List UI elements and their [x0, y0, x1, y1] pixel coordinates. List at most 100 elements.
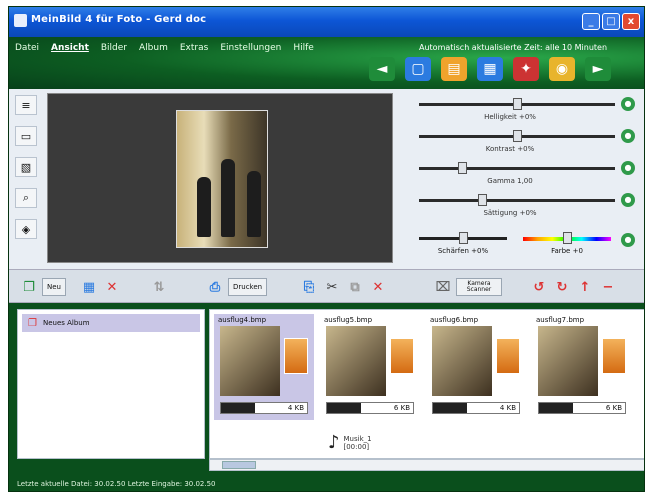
eye-icon[interactable]: ●	[621, 129, 635, 143]
grid-button[interactable]: ▦	[79, 277, 99, 297]
image-preview[interactable]	[47, 93, 393, 263]
adjust-slider-row: Kontrast +0% ●	[405, 127, 637, 159]
adjust-slider-row: Gamma 1,00 ●	[405, 159, 637, 191]
eye-icon[interactable]: ●	[621, 97, 635, 111]
slider-thumb[interactable]	[513, 130, 522, 142]
menu-item-0[interactable]: Datei	[15, 43, 39, 53]
print-button[interactable]: Drucken	[228, 278, 268, 296]
new-album-icon: ❐	[23, 279, 35, 295]
forward-arrow-icon[interactable]: ►	[585, 57, 611, 81]
slider-track[interactable]	[419, 167, 615, 170]
document-icon[interactable]: ▢	[405, 57, 431, 81]
sharpen-slider-thumb[interactable]	[459, 232, 468, 244]
thumbnail-card[interactable]: ausflug5.bmp 6 KB	[320, 314, 420, 420]
thumbnail-size-bar: 6 KB	[326, 402, 414, 414]
album-item[interactable]: ❐ Neues Album	[22, 314, 200, 332]
menu-item-4[interactable]: Extras	[180, 43, 208, 53]
thumbnail-label: ausflug7.bmp	[536, 316, 585, 324]
thumbnail-image	[432, 326, 492, 396]
thumbnail-size-bar: 4 KB	[432, 402, 520, 414]
status-bar: Letzte aktuelle Datei: 30.02.50 Letzte E…	[9, 477, 644, 491]
menu-item-1[interactable]: Ansicht	[51, 43, 89, 53]
rotate-right-button[interactable]: ↻	[552, 277, 572, 297]
menu-item-6[interactable]: Hilfe	[293, 43, 313, 53]
eye-icon[interactable]: ●	[621, 161, 635, 175]
thumbnail-size: 6 KB	[605, 404, 622, 412]
paste-button[interactable]: ⧉	[345, 277, 365, 297]
remove-minus-button[interactable]: −	[598, 277, 618, 297]
move-up-button[interactable]: ↑	[575, 277, 595, 297]
slider-label: Gamma 1,00	[487, 177, 533, 185]
thumbnail-label: ausflug5.bmp	[324, 316, 373, 324]
eye-icon[interactable]: ●	[621, 233, 635, 247]
thumbnail-strip: ♪ Musik_1 [00:00] ausflug4.bmp 4 KB ausflu…	[209, 309, 644, 459]
list-icon[interactable]: ≡	[15, 95, 37, 115]
music-title: Musik_1	[343, 434, 372, 443]
window-title: MeinBild 4 für Foto - Gerd doc	[31, 14, 207, 25]
eye-icon[interactable]: ●	[621, 193, 635, 207]
thumbnail-size: 4 KB	[287, 404, 304, 412]
music-duration: [00:00]	[343, 442, 370, 451]
album-icon: ❐	[28, 317, 37, 329]
disc-icon[interactable]: ◉	[549, 57, 575, 81]
scan-icon[interactable]: ▧	[15, 157, 37, 177]
sharpen-label: Schärfen +0%	[437, 247, 489, 255]
maximize-button[interactable]: □	[602, 13, 620, 30]
delete-button[interactable]: ✕	[102, 277, 122, 297]
album-label: Neues Album	[42, 319, 90, 327]
minimize-button[interactable]: _	[582, 13, 600, 30]
editor-area: ≡ ▭ ▧ ⌕ ◈ Helligkeit +0% ● Kontrast +0% ● Gamma …	[9, 89, 644, 269]
camera-icon[interactable]: ◈	[15, 219, 37, 239]
picture-icon[interactable]: ▭	[15, 126, 37, 146]
slider-thumb[interactable]	[477, 194, 487, 206]
thumbnail-size: 6 KB	[393, 404, 410, 412]
menu-item-2[interactable]: Bilder	[101, 43, 127, 53]
adjust-slider-row: Helligkeit +0% ●	[405, 95, 637, 127]
thumbnail-image	[326, 326, 386, 396]
menu-item-3[interactable]: Album	[139, 43, 168, 53]
thumbnail-card[interactable]: ausflug6.bmp 4 KB	[426, 314, 526, 420]
thumbnail-badge-icon	[602, 338, 626, 374]
scrollbar-thumb[interactable]	[222, 461, 256, 469]
remove-button[interactable]: ✕	[368, 277, 388, 297]
thumbnail-card[interactable]: ausflug7.bmp 6 KB	[532, 314, 632, 420]
adjust-slider-row: Sättigung +0% ●	[405, 191, 637, 223]
new-album-button[interactable]: Neu	[42, 278, 66, 296]
folder-icon[interactable]: ▤	[441, 57, 467, 81]
thumbnail-image	[538, 326, 598, 396]
slider-thumb[interactable]	[458, 162, 468, 174]
back-arrow-icon[interactable]: ◄	[369, 57, 395, 81]
thumbnail-size: 4 KB	[499, 404, 516, 412]
person-figure	[247, 171, 261, 237]
color-slider-thumb[interactable]	[563, 232, 572, 244]
print-icon: ⎙	[209, 279, 221, 295]
copy-button[interactable]: ⎘	[299, 277, 319, 297]
thumbnail-card[interactable]: ausflug4.bmp 4 KB	[214, 314, 314, 420]
tools-icon[interactable]: ✦	[513, 57, 539, 81]
cut-button[interactable]: ✂	[322, 277, 342, 297]
thumbnail-size-bar: 4 KB	[220, 402, 308, 414]
menu-bar: Datei Ansicht Bilder Album Extras Einstellung…	[9, 37, 644, 89]
thumbnail-label: ausflug6.bmp	[430, 316, 479, 324]
scanner-icon: ⌧	[435, 279, 451, 295]
music-note-icon: ♪	[328, 432, 340, 453]
scanner-button[interactable]: Kamera Scanner	[456, 278, 502, 296]
horizontal-scrollbar[interactable]	[209, 459, 644, 471]
title-bar: MeinBild 4 für Foto - Gerd doc _ □ x	[9, 7, 644, 37]
image-icon[interactable]: ▦	[477, 57, 503, 81]
music-item[interactable]: ♪ Musik_1 [00:00]	[328, 432, 372, 453]
rotate-left-button[interactable]: ↺	[529, 277, 549, 297]
thumbnail-size-bar: 6 KB	[538, 402, 626, 414]
slider-label: Sättigung +0%	[483, 209, 537, 217]
slider-track[interactable]	[419, 199, 615, 202]
slider-thumb[interactable]	[513, 98, 522, 110]
menu-item-5[interactable]: Einstellungen	[220, 43, 281, 53]
magnify-icon[interactable]: ⌕	[15, 188, 37, 208]
thumbnail-badge-icon	[284, 338, 308, 374]
app-icon	[14, 14, 27, 27]
close-button[interactable]: x	[622, 13, 640, 30]
sort-button[interactable]: ⇅	[149, 277, 169, 297]
thumbnail-badge-icon	[390, 338, 414, 374]
preview-photo	[176, 110, 268, 248]
app-window: MeinBild 4 für Foto - Gerd doc _ □ x Dat…	[8, 6, 645, 492]
